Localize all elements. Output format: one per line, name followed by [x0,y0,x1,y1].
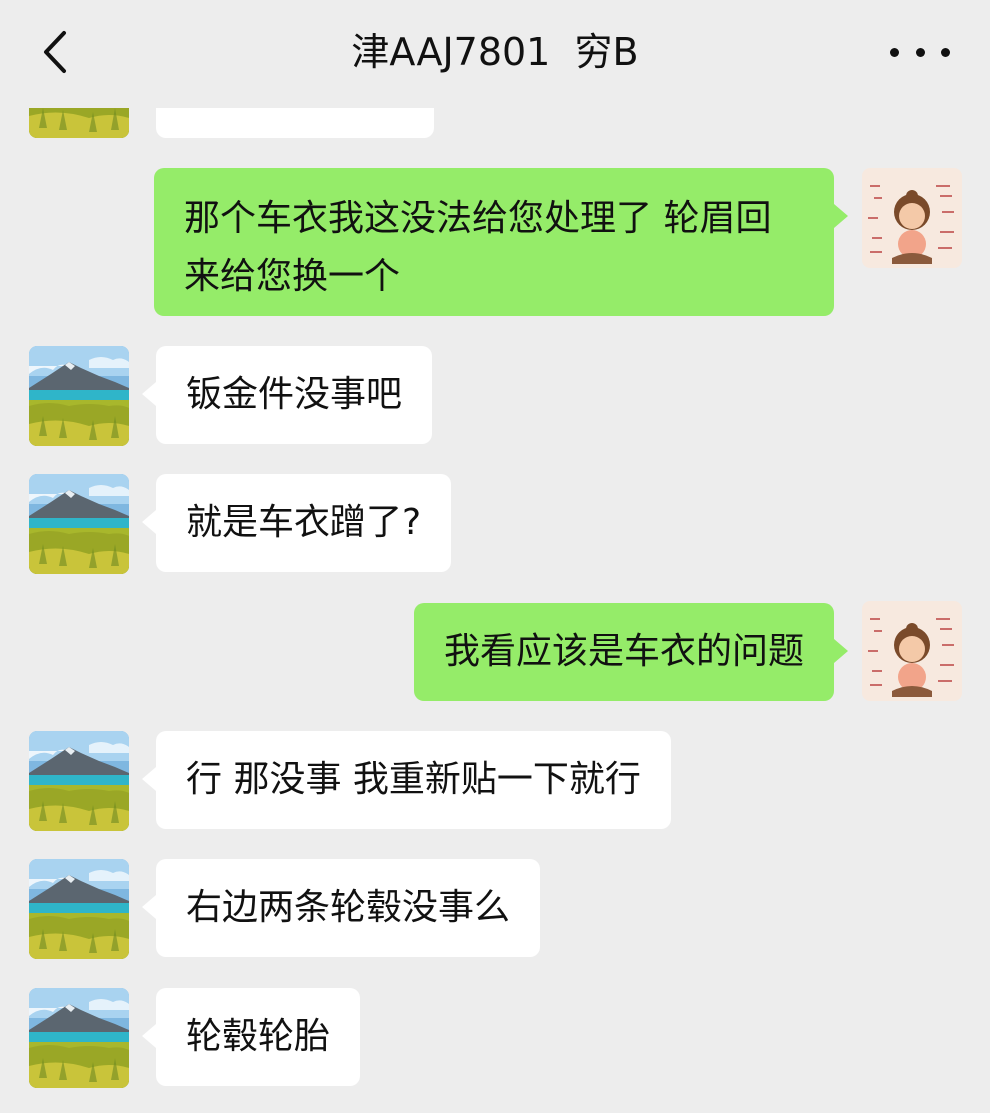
message-bubble-incoming[interactable]: 右边两条轮毂没事么 [141,859,541,957]
message-text: 行 那没事 我重新贴一下就行 [186,759,641,800]
message-text: 轮毂轮胎 [186,1016,331,1057]
message-bubble-incoming[interactable]: 钣金件没事吧 [141,346,433,444]
chat-area[interactable]: 那个车衣我这没法给您处理了 轮眉回来给您换一个 钣金件没事吧 就是车衣蹭了? 我… [0,0,990,1113]
message-bubble-outgoing[interactable]: 我看应该是车衣的问题 [413,603,849,701]
ellipsis-icon [890,47,899,57]
chat-header: 津AAJ7801 穷B [0,0,990,108]
message-bubble-incoming[interactable]: 轮毂轮胎 [141,988,361,1086]
contact-avatar[interactable] [29,859,129,959]
contact-avatar[interactable] [29,731,129,831]
contact-avatar[interactable] [29,474,129,574]
my-avatar[interactable] [862,601,962,701]
more-options-button[interactable] [890,30,950,74]
message-text: 我看应该是车衣的问题 [443,631,804,672]
message-bubble-incoming[interactable]: 就是车衣蹭了? [141,474,452,572]
message-bubble-outgoing[interactable]: 那个车衣我这没法给您处理了 轮眉回来给您换一个 [154,168,848,316]
message-text: 就是车衣蹭了? [186,502,422,543]
contact-avatar[interactable] [29,346,129,446]
message-text: 右边两条轮毂没事么 [186,887,511,928]
my-avatar[interactable] [862,168,962,268]
chat-title: 津AAJ7801 穷B [351,30,639,74]
contact-avatar[interactable] [29,988,129,1088]
message-text: 钣金件没事吧 [186,374,403,415]
message-text: 那个车衣我这没法给您处理了 轮眉回来给您换一个 [184,198,772,297]
message-bubble-incoming[interactable]: 行 那没事 我重新贴一下就行 [142,731,671,829]
